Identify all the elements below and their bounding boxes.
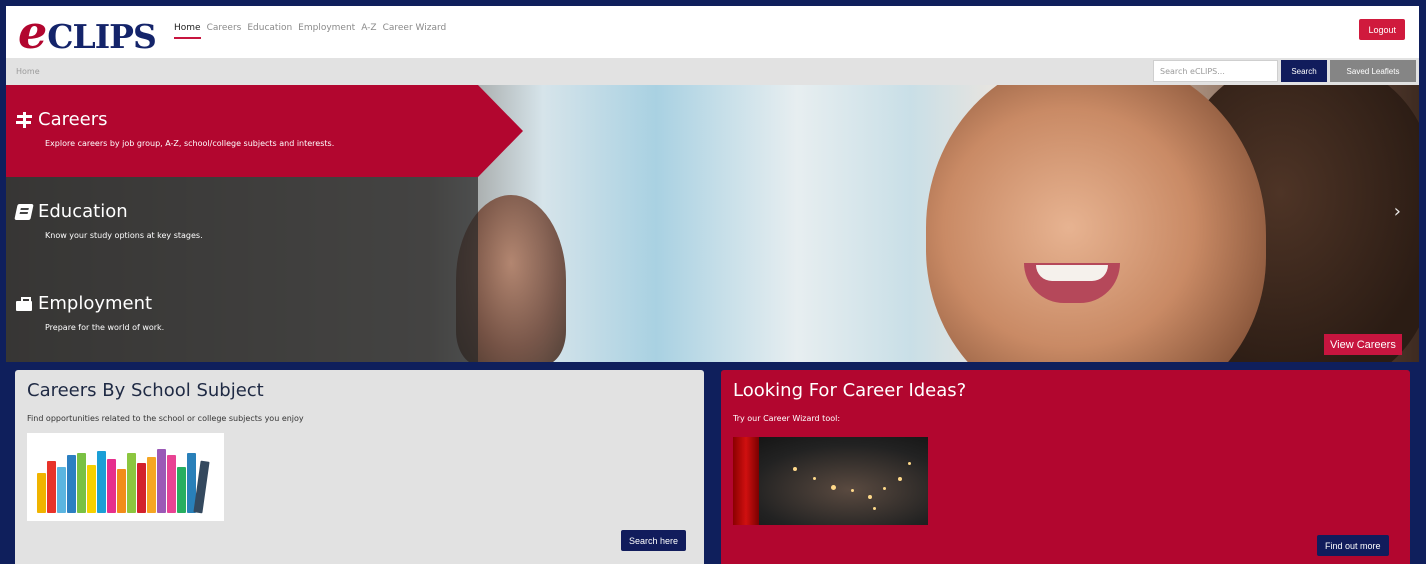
career-ideas-card: Looking For Career Ideas? Try our Career… bbox=[721, 370, 1410, 564]
book-spine bbox=[107, 459, 116, 513]
career-ideas-desc: Try our Career Wizard tool: bbox=[733, 414, 841, 423]
books-image[interactable] bbox=[27, 433, 224, 521]
nav-home[interactable]: Home bbox=[174, 23, 201, 39]
book-spine bbox=[87, 465, 96, 513]
curtain bbox=[733, 437, 759, 525]
sparkle bbox=[831, 485, 836, 490]
book-spine bbox=[37, 473, 46, 513]
book-spine bbox=[57, 467, 66, 513]
education-desc: Know your study options at key stages. bbox=[45, 231, 203, 240]
search-button[interactable]: Search bbox=[1281, 60, 1327, 82]
logout-button[interactable]: Logout bbox=[1359, 19, 1405, 40]
employment-link[interactable]: Employment bbox=[16, 293, 152, 314]
book-spine bbox=[157, 449, 166, 513]
book-spine bbox=[97, 451, 106, 513]
sparkle bbox=[873, 507, 876, 510]
nav-a-z[interactable]: A-Z bbox=[361, 23, 376, 39]
book-spine bbox=[167, 455, 176, 513]
find-out-more-button[interactable]: Find out more bbox=[1317, 535, 1389, 556]
logo-text: CLIPS bbox=[47, 17, 157, 56]
sparkle bbox=[851, 489, 854, 492]
saved-leaflets-button[interactable]: Saved Leaflets bbox=[1330, 60, 1416, 82]
employment-title: Employment bbox=[38, 293, 153, 314]
nav-employment[interactable]: Employment bbox=[298, 23, 355, 39]
sparkle bbox=[793, 467, 797, 471]
main-nav: Home Careers Education Employment A-Z Ca… bbox=[174, 23, 446, 39]
book-spine bbox=[147, 457, 156, 513]
hero-teeth bbox=[1036, 265, 1108, 281]
eclips-logo[interactable]: e CLIPS bbox=[18, 5, 157, 59]
school-subject-desc: Find opportunities related to the school… bbox=[27, 414, 304, 423]
career-wizard-image[interactable] bbox=[733, 437, 928, 525]
breadcrumb[interactable]: Home bbox=[16, 67, 40, 76]
sparkle bbox=[898, 477, 902, 481]
nav-careers[interactable]: Careers bbox=[207, 23, 242, 39]
hero-banner: Careers Explore careers by job group, A-… bbox=[6, 85, 1419, 362]
education-link[interactable]: Education bbox=[14, 201, 128, 222]
logo-e: e bbox=[18, 5, 48, 59]
breadcrumb-bar: Home Search Saved Leaflets bbox=[6, 58, 1419, 85]
search-here-button[interactable]: Search here bbox=[621, 530, 687, 551]
book-spine bbox=[127, 453, 136, 513]
book-spine bbox=[137, 463, 146, 513]
sparkle bbox=[868, 495, 872, 499]
book-icon bbox=[14, 203, 34, 220]
nav-education[interactable]: Education bbox=[247, 23, 292, 39]
book-spine bbox=[77, 453, 86, 513]
sparkle bbox=[813, 477, 816, 480]
book-spine bbox=[67, 455, 76, 513]
book-spine bbox=[177, 467, 186, 513]
school-subject-card: Careers By School Subject Find opportuni… bbox=[15, 370, 704, 564]
sparkle bbox=[883, 487, 886, 490]
careers-title: Careers bbox=[38, 109, 108, 130]
school-subject-title: Careers By School Subject bbox=[27, 380, 264, 401]
view-careers-button[interactable]: View Careers bbox=[1324, 334, 1402, 355]
signpost-icon bbox=[16, 111, 32, 128]
chevron-right-icon[interactable]: › bbox=[1394, 201, 1401, 222]
careers-desc: Explore careers by job group, A-Z, schoo… bbox=[45, 139, 335, 148]
hero-face bbox=[926, 85, 1266, 362]
careers-link[interactable]: Careers bbox=[16, 109, 108, 130]
book-spine bbox=[47, 461, 56, 513]
nav-career-wizard[interactable]: Career Wizard bbox=[383, 23, 447, 39]
site-header: e CLIPS Home Careers Education Employmen… bbox=[6, 6, 1419, 58]
sparkle bbox=[908, 462, 911, 465]
education-title: Education bbox=[38, 201, 128, 222]
briefcase-icon bbox=[16, 296, 32, 312]
search-input[interactable] bbox=[1153, 60, 1278, 82]
book-spine bbox=[117, 469, 126, 513]
employment-desc: Prepare for the world of work. bbox=[45, 323, 165, 332]
careers-panel[interactable] bbox=[6, 85, 523, 177]
career-ideas-title: Looking For Career Ideas? bbox=[733, 380, 967, 401]
